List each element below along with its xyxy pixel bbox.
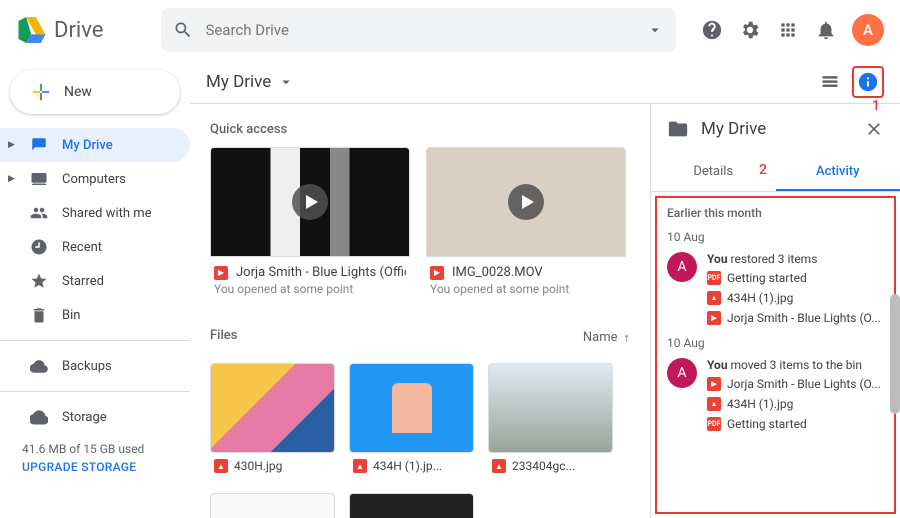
list-view-icon[interactable] xyxy=(818,70,842,94)
file-tile[interactable]: ▲233404gc... xyxy=(488,363,613,479)
avatar: A xyxy=(667,252,697,282)
image-icon: ▲ xyxy=(353,459,367,473)
app-name: Drive xyxy=(54,18,103,43)
arrow-up-icon: ↑ xyxy=(624,330,631,346)
chevron-down-icon xyxy=(277,73,295,91)
image-icon: ▲ xyxy=(214,459,228,473)
nav-shared[interactable]: Shared with me xyxy=(0,196,190,230)
vid-icon: ▶ xyxy=(707,311,721,325)
bell-icon[interactable] xyxy=(814,18,838,42)
activity-file[interactable]: PDFGetting started xyxy=(707,414,884,434)
header: Drive A xyxy=(0,0,900,60)
file-tile[interactable]: ▲430H.jpg xyxy=(210,363,335,479)
img-icon: ▲ xyxy=(707,291,721,305)
img-icon: ▲ xyxy=(707,397,721,411)
nav-storage[interactable]: Storage xyxy=(0,400,190,434)
pdf-icon: PDF xyxy=(707,417,721,431)
drive-logo-icon xyxy=(16,17,46,43)
annotation-2: 2 xyxy=(759,162,767,178)
nav-backups[interactable]: Backups xyxy=(0,349,190,383)
info-icon[interactable] xyxy=(856,70,880,94)
avatar: A xyxy=(667,358,697,388)
activity-list: Earlier this month 10 AugAYou restored 3… xyxy=(655,196,896,514)
activity-file[interactable]: ▶Jorja Smith - Blue Lights (O... xyxy=(707,374,884,394)
sidebar: New ▶My Drive ▶Computers Shared with me … xyxy=(0,60,190,518)
details-panel: My Drive Details Activity 2 Earlier this… xyxy=(650,104,900,518)
avatar[interactable]: A xyxy=(852,14,884,46)
activity-file[interactable]: ▶Jorja Smith - Blue Lights (O... xyxy=(707,308,884,328)
vid-icon: ▶ xyxy=(707,377,721,391)
folder-icon xyxy=(667,118,689,140)
nav-computers[interactable]: ▶Computers xyxy=(0,162,190,196)
activity-event: AYou moved 3 items to the bin▶Jorja Smit… xyxy=(667,358,884,434)
qa-card[interactable]: ▶Jorja Smith - Blue Lights (Offici...You… xyxy=(210,147,410,304)
plus-icon xyxy=(30,81,52,103)
panel-title: My Drive xyxy=(701,119,852,139)
info-button-highlight xyxy=(852,66,884,98)
activity-event: AYou restored 3 itemsPDFGetting started▲… xyxy=(667,252,884,328)
section-quick-access: Quick access xyxy=(210,122,630,137)
nav-starred[interactable]: Starred xyxy=(0,264,190,298)
header-icons: A xyxy=(700,14,884,46)
video-thumb xyxy=(426,147,626,257)
tab-details[interactable]: Details xyxy=(651,154,776,191)
qa-card[interactable]: ▶IMG_0028.MOVYou opened at some point xyxy=(426,147,626,304)
sort-button[interactable]: Name↑ xyxy=(583,330,630,346)
video-icon: ▶ xyxy=(214,266,228,280)
nav-recent[interactable]: Recent xyxy=(0,230,190,264)
pdf-icon: PDF xyxy=(707,271,721,285)
logo[interactable]: Drive xyxy=(16,17,103,43)
nav-bin[interactable]: Bin xyxy=(0,298,190,332)
upgrade-link[interactable]: UPGRADE STORAGE xyxy=(22,460,168,474)
apps-icon[interactable] xyxy=(776,18,800,42)
main: My Drive Quick access ▶Jorja Smith - Blu… xyxy=(190,60,900,518)
activity-file[interactable]: ▲434H (1).jpg xyxy=(707,288,884,308)
play-icon xyxy=(292,184,328,220)
search-icon xyxy=(173,20,193,40)
activity-file[interactable]: PDFGetting started xyxy=(707,268,884,288)
file-tile[interactable] xyxy=(349,493,474,518)
nav-list: ▶My Drive ▶Computers Shared with me Rece… xyxy=(0,128,190,434)
storage-info: 41.6 MB of 15 GB used UPGRADE STORAGE xyxy=(0,434,190,482)
annotation-1: 1 xyxy=(872,98,880,114)
image-icon: ▲ xyxy=(492,459,506,473)
nav-my-drive[interactable]: ▶My Drive xyxy=(0,128,190,162)
scrollbar[interactable] xyxy=(890,294,900,414)
search-input[interactable] xyxy=(205,21,634,39)
video-thumb xyxy=(210,147,410,257)
file-tile[interactable]: ▲434H (1).jp... xyxy=(349,363,474,479)
activity-file[interactable]: ▲434H (1).jpg xyxy=(707,394,884,414)
panel-tabs: Details Activity 2 xyxy=(651,154,900,192)
breadcrumb[interactable]: My Drive xyxy=(206,72,295,92)
gear-icon[interactable] xyxy=(738,18,762,42)
toolbar: My Drive xyxy=(190,60,900,104)
close-icon[interactable] xyxy=(864,119,884,139)
tab-activity[interactable]: Activity xyxy=(776,154,900,191)
play-icon xyxy=(508,184,544,220)
file-area: Quick access ▶Jorja Smith - Blue Lights … xyxy=(190,104,650,518)
section-files: Files xyxy=(210,328,237,343)
help-icon[interactable] xyxy=(700,18,724,42)
video-icon: ▶ xyxy=(430,266,444,280)
search-bar[interactable] xyxy=(161,8,676,52)
new-button[interactable]: New xyxy=(10,70,180,114)
dropdown-icon[interactable] xyxy=(646,21,664,39)
file-tile[interactable] xyxy=(210,493,335,518)
